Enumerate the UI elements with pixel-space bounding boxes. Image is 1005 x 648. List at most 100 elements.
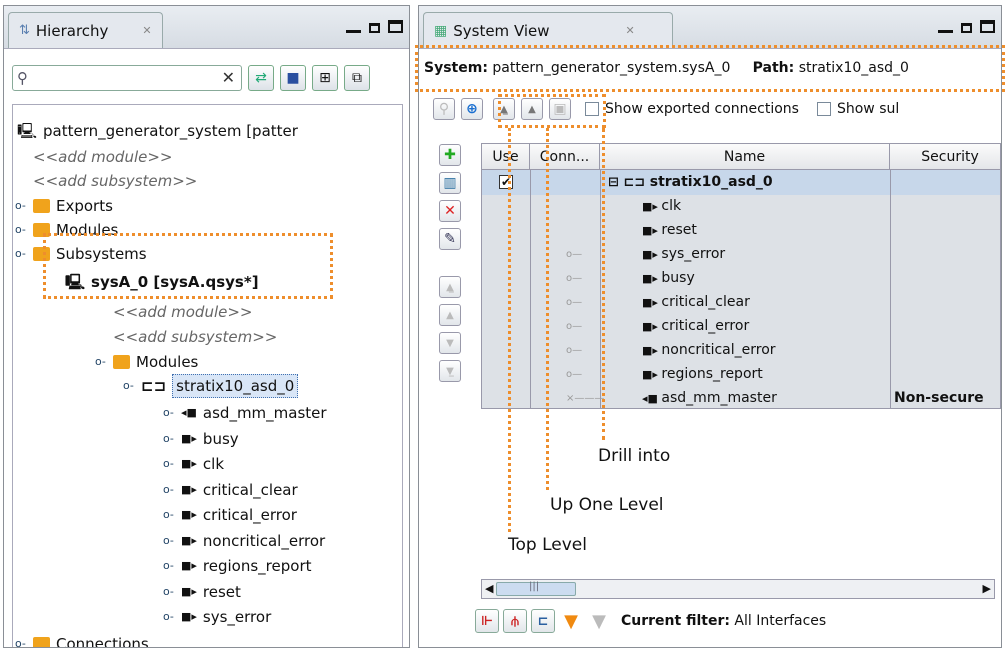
expand-icon[interactable]: o- [163,402,175,424]
move-up-button[interactable]: ▲ [439,304,461,326]
tree-subsystems[interactable]: o- Subsystems [15,243,147,265]
scroll-left-icon[interactable]: ◀ [485,582,493,595]
tree-exports[interactable]: o- Exports [15,195,113,217]
tree-root[interactable]: 🖳 pattern_generator_system [patter [17,120,298,142]
filter-export-button[interactable]: ⊏ [531,609,555,633]
connection-point-icon[interactable]: ×——— [566,386,604,408]
filter-connections-button[interactable]: ⊩ [475,609,499,633]
connection-point-icon[interactable]: o— [566,242,582,267]
expand-icon[interactable]: o- [163,453,175,475]
tree-interface-item[interactable]: o- ■▸ critical_clear [163,479,298,501]
tree-interface-item[interactable]: o- ■▸ noncritical_error [163,530,325,552]
sync-button[interactable]: ⇄ [248,65,274,91]
tree-interface-item[interactable]: o- ■▸ reset [163,581,241,603]
expand-icon[interactable]: o- [163,479,175,501]
hierarchy-tab[interactable]: ⇅ Hierarchy ✕ [8,12,163,48]
tree-add-module[interactable]: <<add module>> [33,146,173,168]
expand-icon[interactable]: o- [163,606,175,628]
tree-interface-item[interactable]: o- ■▸ sys_error [163,606,271,628]
expand-icon[interactable]: o- [163,530,175,552]
col-name[interactable]: Name [600,144,890,170]
collapse-icon[interactable]: o- [95,351,107,373]
up-one-level-button[interactable]: ▲ [521,98,543,120]
detach-icon[interactable] [369,23,380,33]
col-use[interactable]: Use [482,144,530,170]
zoom-out-button[interactable]: ⚲ [433,98,455,120]
validate-button[interactable]: ■ [280,65,306,91]
table-row[interactable]: ×——— ◂■ asd_mm_master Non-secure [482,386,1000,408]
collapse-all-button[interactable]: ⧉ [344,65,370,91]
col-security[interactable]: Security [890,144,1000,170]
horizontal-scrollbar[interactable]: ◀ ||| ▶ [481,579,995,599]
system-view-tab[interactable]: ▦ System View ✕ [423,12,673,48]
table-row[interactable]: o— ■▸ noncritical_error [482,338,1000,363]
tree-interface-item[interactable]: o- ■▸ busy [163,428,239,450]
expand-icon[interactable]: o- [15,195,27,217]
show-exported-checkbox[interactable] [585,102,599,116]
maximize-icon[interactable] [388,20,403,33]
tree-interface-item[interactable]: o- ■▸ clk [163,453,224,475]
connection-point-icon[interactable]: o— [566,266,582,291]
tree-modules[interactable]: o- Modules [15,219,118,241]
table-row[interactable]: o— ■▸ regions_report [482,362,1000,387]
col-conn[interactable]: Conn... [530,144,600,170]
expand-icon[interactable]: o- [15,219,27,241]
table-row[interactable]: o— ■▸ critical_clear [482,290,1000,315]
scroll-thumb[interactable]: ||| [496,581,576,596]
expand-icon[interactable]: o- [163,555,175,577]
table-row[interactable]: o— ■▸ critical_error [482,314,1000,339]
expand-all-button[interactable]: ⊞ [312,65,338,91]
filter-clock-button[interactable]: ⫛ [503,609,527,633]
table-row[interactable]: ■▸ clk [482,194,1000,219]
top-level-button[interactable]: ▲̲ [493,98,515,120]
collapse-icon[interactable]: o- [15,243,27,265]
filter-button[interactable]: ▼ [559,609,583,633]
tree-sub-add-subsystem[interactable]: <<add subsystem>> [113,326,277,348]
tree-sub-modules[interactable]: o- Modules [95,351,198,373]
expand-icon[interactable]: o- [163,581,175,603]
scroll-right-icon[interactable]: ▶ [983,582,991,595]
table-row[interactable]: o— ■▸ sys_error [482,242,1000,267]
expand-icon[interactable]: o- [163,428,175,450]
table-row[interactable]: ✔ ⊟ ⊏⊐ stratix10_asd_0 [482,170,1000,195]
collapse-icon[interactable]: o- [123,375,135,397]
drill-into-button[interactable]: ▣ [549,98,571,120]
minimize-icon[interactable] [938,20,953,33]
tree-interface-item[interactable]: o- ■▸ regions_report [163,555,312,577]
search-input[interactable] [37,68,217,88]
connection-point-icon[interactable]: o— [566,362,582,387]
edit-button[interactable]: ✎ [439,228,461,250]
show-sub-checkbox[interactable] [816,102,831,116]
close-tab-icon[interactable]: ✕ [626,24,635,37]
tree-subsystem-sysA[interactable]: 🖳 sysA_0 [sysA.qsys*] [65,271,259,293]
remove-button[interactable]: ✕ [439,200,461,222]
connection-point-icon[interactable]: o— [566,314,582,339]
search-field[interactable]: ⚲ ✕ [12,65,242,91]
master-port-icon: ◂■ [181,406,197,419]
tree-sub-add-module[interactable]: <<add module>> [113,301,253,323]
add-button[interactable]: ✚ [439,144,461,166]
detach-icon[interactable] [961,23,972,33]
move-down-button[interactable]: ▼ [439,332,461,354]
expand-icon[interactable]: o- [163,504,175,526]
table-row[interactable]: o— ■▸ busy [482,266,1000,291]
add-component-button[interactable]: ▥ [439,172,461,194]
clear-filter-button[interactable]: ▼ [587,609,611,633]
move-top-button[interactable]: ▲̲ [439,276,461,298]
zoom-in-button[interactable]: ⊕ [461,98,483,120]
minimize-icon[interactable] [346,20,361,33]
tree-selected-module[interactable]: o- ⊏⊐ stratix10_asd_0 [123,374,299,398]
move-bottom-button[interactable]: ▼̲ [439,360,461,382]
clear-search-icon[interactable]: ✕ [222,68,235,87]
tree-interface-item[interactable]: o- ■▸ critical_error [163,504,297,526]
connection-point-icon[interactable]: o— [566,338,582,363]
tree-add-subsystem[interactable]: <<add subsystem>> [33,170,197,192]
tree-connections[interactable]: o- Connections [15,633,149,647]
tree-interface-item[interactable]: o- ◂■ asd_mm_master [163,402,327,424]
expand-icon[interactable]: o- [15,633,27,647]
use-checkbox[interactable]: ✔ [499,175,513,189]
maximize-icon[interactable] [980,20,995,33]
close-tab-icon[interactable]: ✕ [142,24,151,37]
connection-point-icon[interactable]: o— [566,290,582,315]
table-row[interactable]: ■▸ reset [482,218,1000,243]
